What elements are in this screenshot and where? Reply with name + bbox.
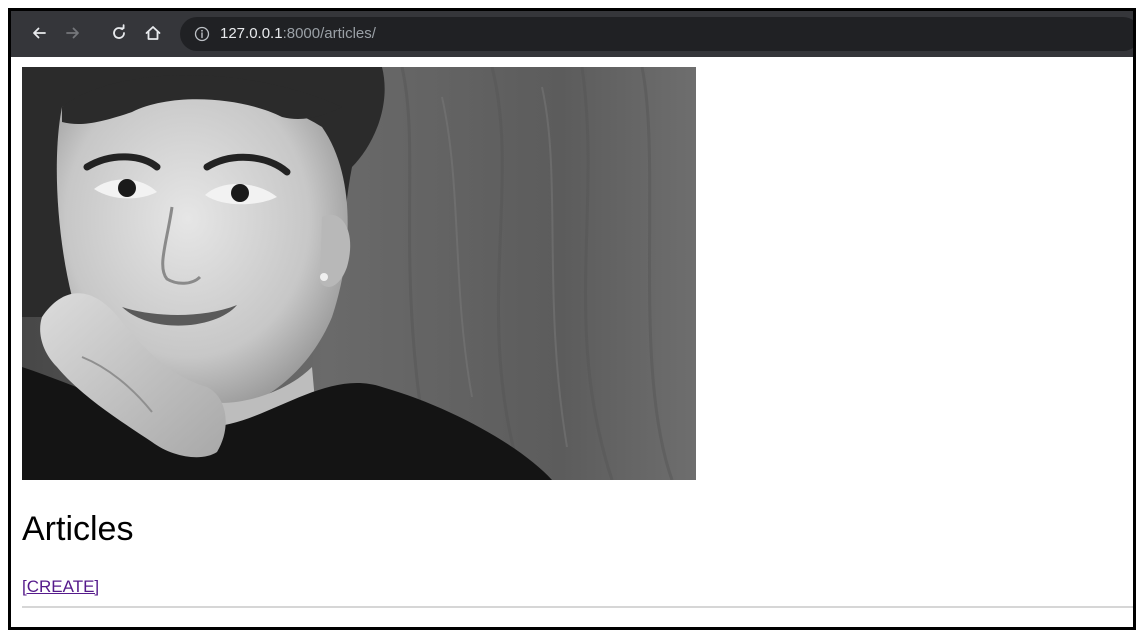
reload-button[interactable] — [108, 22, 130, 44]
hero-image — [22, 67, 696, 480]
browser-toolbar: 127.0.0.1:8000/articles/ — [11, 11, 1133, 57]
horizontal-rule — [22, 606, 1133, 608]
home-button[interactable] — [142, 22, 164, 44]
back-button[interactable] — [28, 22, 50, 44]
arrow-right-icon — [66, 27, 79, 39]
url-text[interactable]: 127.0.0.1:8000/articles/ — [220, 25, 376, 43]
create-article-link[interactable]: [CREATE] — [22, 577, 99, 597]
page-content: Articles [CREATE] — [11, 57, 1133, 627]
reload-icon — [113, 24, 125, 39]
forward-button[interactable] — [62, 22, 84, 44]
home-icon — [145, 26, 161, 40]
page-title: Articles — [22, 510, 134, 548]
browser-window: 127.0.0.1:8000/articles/ Articles [CREAT… — [8, 8, 1136, 630]
url-host: 127.0.0.1 — [220, 25, 283, 42]
arrow-left-icon — [33, 27, 46, 39]
info-circle-icon[interactable] — [194, 26, 210, 42]
address-bar[interactable]: 127.0.0.1:8000/articles/ — [180, 17, 1133, 51]
url-path: :8000/articles/ — [282, 25, 376, 42]
